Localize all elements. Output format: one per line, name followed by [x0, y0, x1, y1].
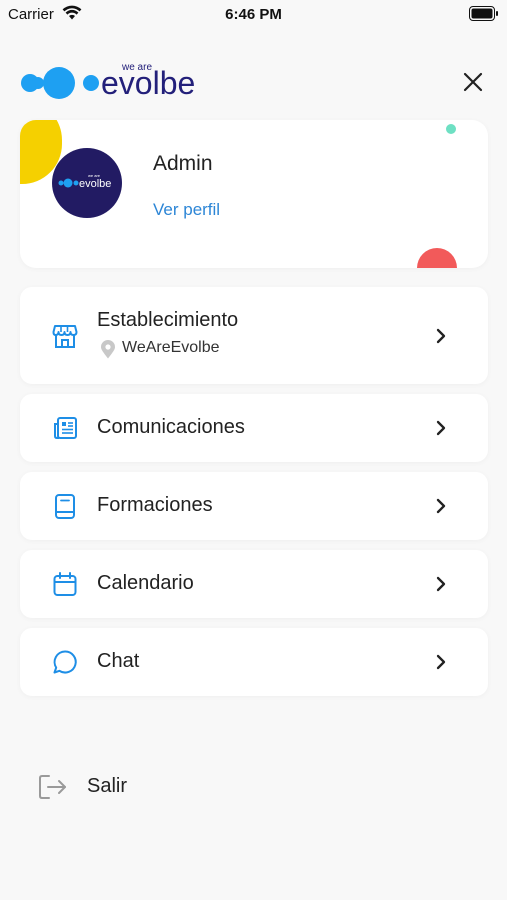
- location-pin-icon: [101, 340, 115, 359]
- chevron-right-icon: [436, 654, 446, 670]
- menu-item-label: Formaciones: [97, 494, 213, 516]
- battery-icon: [469, 6, 498, 21]
- evolbe-logo: we are evolbe: [21, 62, 195, 101]
- avatar: we are evolbe: [52, 148, 122, 218]
- menu-item-label: Chat: [97, 650, 140, 672]
- menu-item-chat[interactable]: Chat: [20, 628, 488, 696]
- chevron-right-icon: [436, 420, 446, 436]
- logout-label: Salir: [87, 775, 128, 797]
- decor-teal-dot: [446, 124, 456, 134]
- calendar-icon: [53, 572, 77, 596]
- menu-item-label: Calendario: [97, 572, 194, 594]
- close-button[interactable]: [461, 70, 485, 94]
- close-icon: [463, 72, 483, 92]
- book-icon: [55, 494, 75, 519]
- store-icon: [52, 325, 78, 348]
- logo-circles-icon: [21, 67, 99, 99]
- menu-item-label: Comunicaciones: [97, 416, 245, 438]
- menu-item-sublabel: WeAreEvolbe: [122, 339, 220, 356]
- decor-red-circle: [417, 248, 457, 268]
- avatar-logo-text: evolbe: [79, 178, 111, 190]
- chevron-right-icon: [436, 328, 446, 344]
- menu-item-label: Establecimiento: [97, 309, 239, 331]
- menu-item-formaciones[interactable]: Formaciones: [20, 472, 488, 540]
- clock: 6:46 PM: [225, 6, 282, 23]
- menu-item-calendario[interactable]: Calendario: [20, 550, 488, 618]
- view-profile-link[interactable]: Ver perfil: [153, 200, 220, 220]
- avatar-logo-icon: we are evolbe: [58, 173, 111, 190]
- logout-button[interactable]: Salir: [38, 770, 168, 804]
- logo-text: evolbe: [101, 65, 195, 101]
- chat-bubble-icon: [53, 650, 77, 674]
- profile-name: Admin: [153, 152, 213, 175]
- menu-item-comunicaciones[interactable]: Comunicaciones: [20, 394, 488, 462]
- menu-screen: Carrier 6:46 PM we are evolbe we are evo…: [0, 0, 507, 900]
- newspaper-icon: [54, 417, 77, 439]
- status-bar: Carrier 6:46 PM: [0, 0, 507, 30]
- logout-icon: [39, 775, 66, 799]
- chevron-right-icon: [436, 498, 446, 514]
- menu-item-establecimiento[interactable]: Establecimiento WeAreEvolbe: [20, 287, 488, 384]
- chevron-right-icon: [436, 576, 446, 592]
- profile-card: we are evolbe Admin Ver perfil: [20, 120, 488, 268]
